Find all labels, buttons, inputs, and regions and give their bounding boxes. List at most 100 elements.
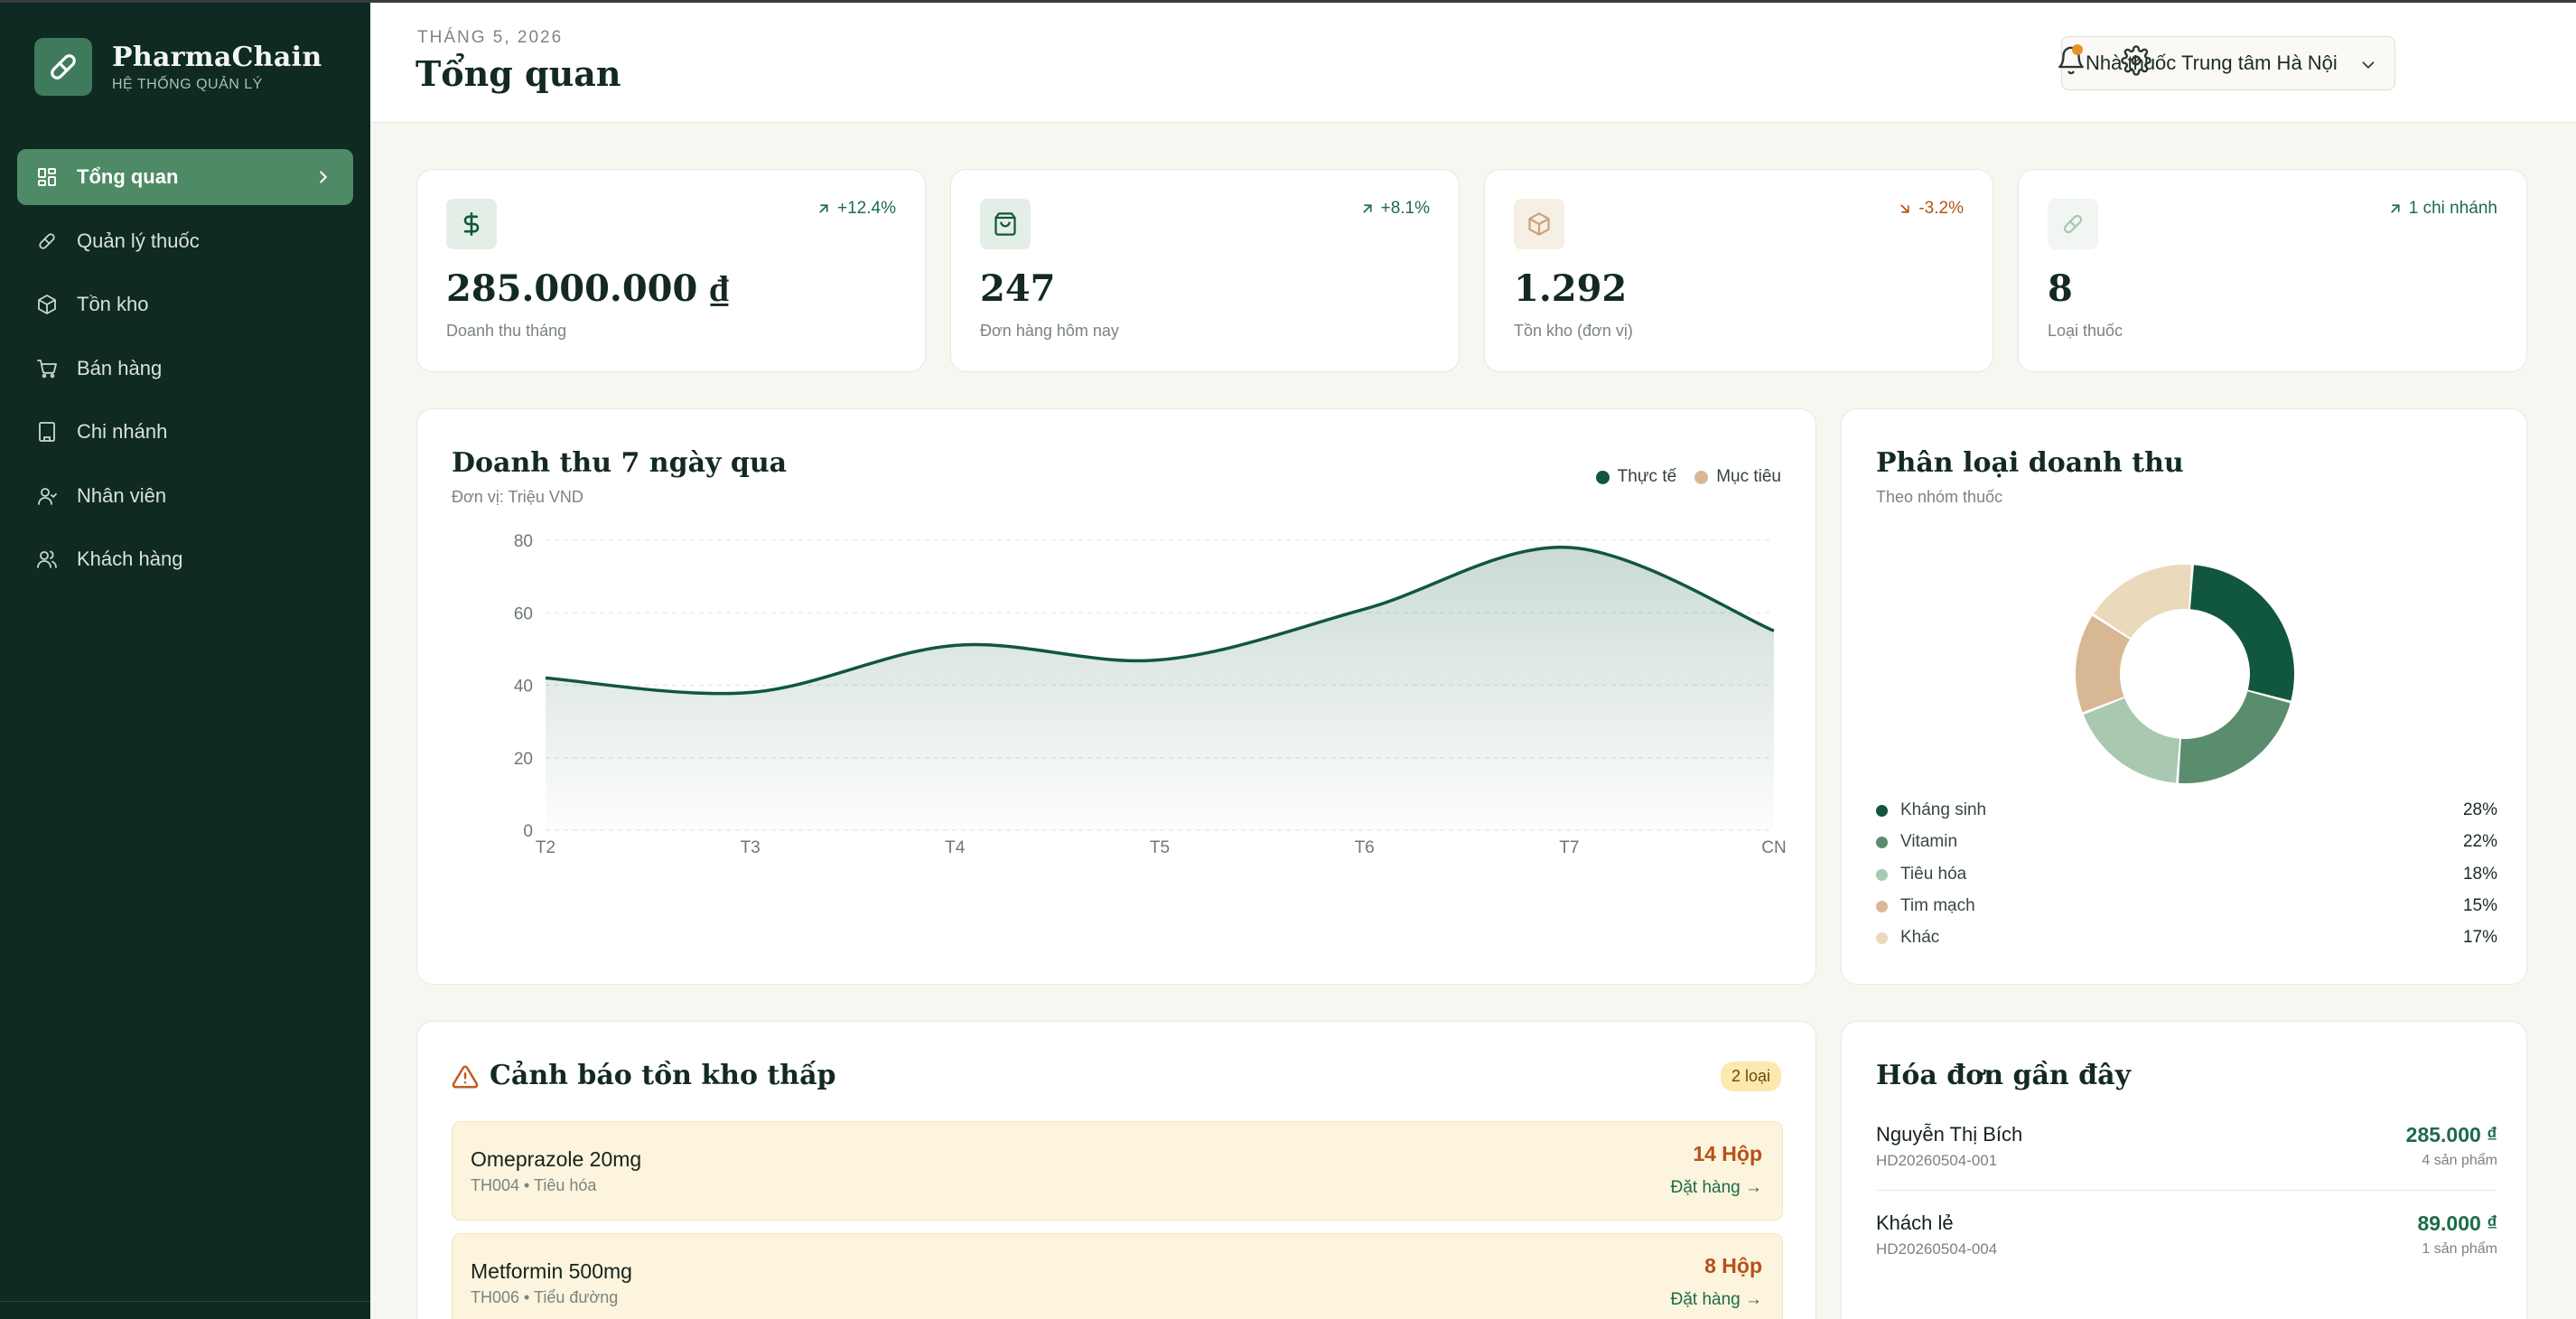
order-link[interactable]: Đặt hàng → [1671, 1290, 1762, 1310]
stat-change: -3.2% [1897, 199, 1964, 219]
gear-icon[interactable] [2121, 45, 2151, 76]
x-tick-label: T7 [1559, 838, 1579, 857]
sidebar-item-chi-nhanh[interactable]: Chi nhánh [17, 404, 353, 460]
donut-slice [2083, 697, 2180, 783]
low-stock-card: Cảnh báo tồn kho thấp 2 loại Omeprazole … [416, 1021, 1816, 1319]
low-stock-title: Cảnh báo tồn kho thấp [490, 1060, 836, 1091]
box-icon [35, 293, 59, 316]
legend-percent: 28% [2462, 800, 2497, 819]
legend-percent: 18% [2462, 865, 2497, 884]
branch-select[interactable]: Nhà thuốc Trung tâm Hà Nội [2061, 36, 2395, 90]
sidebar-item-label: Chi nhánh [77, 420, 168, 443]
revenue-chart-card: Doanh thu 7 ngày qua Đơn vị: Triệu VND T… [416, 408, 1816, 985]
top-header: THÁNG 5, 2026 Tổng quan Nhà thuốc Trung … [370, 3, 2576, 123]
legend-label: Kháng sinh [1900, 800, 1987, 819]
y-tick-label: 80 [514, 532, 533, 551]
sidebar-item-label: Bán hàng [77, 356, 163, 379]
list-item[interactable]: Omeprazole 20mg TH004 • Tiêu hóa 14 Hộp … [452, 1121, 1783, 1221]
invoice-row[interactable]: Khách lẻ HD20260504-004 89.000 ₫ 1 sản p… [1876, 1211, 2497, 1266]
legend-label: Vitamin [1900, 832, 1958, 851]
grid-icon [35, 165, 59, 189]
invoice-code: HD20260504-004 [1876, 1240, 1998, 1258]
stat-change: 1 chi nhánh [2387, 199, 2497, 219]
pill-logo-icon [34, 38, 92, 96]
notification-dot [2072, 44, 2083, 55]
legend-dot [1876, 804, 1888, 817]
low-stock-count-badge: 2 loại [1720, 1062, 1781, 1091]
y-tick-label: 20 [514, 750, 533, 769]
category-chart-card: Phân loại doanh thu Theo nhóm thuốc Khán… [1841, 408, 2527, 985]
box-icon [1514, 199, 1564, 249]
list-item[interactable]: Metformin 500mg TH006 • Tiểu đường 8 Hộp… [452, 1233, 1783, 1319]
y-tick-label: 60 [514, 604, 533, 623]
revenue-area [546, 547, 1774, 830]
x-tick-label: CN [1761, 838, 1786, 857]
brand: PharmaChain HỆ THỐNG QUẢN LÝ [34, 38, 322, 96]
invoice-customer: Nguyễn Thị Bích [1876, 1123, 2023, 1146]
stock-item-qty: 8 Hộp [1704, 1254, 1762, 1277]
invoice-row[interactable]: Nguyễn Thị Bích HD20260504-001 285.000 ₫… [1876, 1123, 2497, 1177]
legend-percent: 17% [2462, 928, 2497, 947]
stock-item-name: Omeprazole 20mg [471, 1147, 642, 1171]
x-tick-label: T3 [741, 838, 761, 857]
pill-icon [35, 229, 59, 253]
stat-card-orders: +8.1% 247 Đơn hàng hôm nay [950, 169, 1460, 372]
stat-change: +12.4% [816, 199, 896, 219]
warning-icon [452, 1063, 479, 1095]
stat-change-value: +8.1% [1380, 199, 1430, 218]
dollar-icon [446, 199, 497, 249]
y-tick-label: 0 [523, 822, 533, 841]
legend-percent: 15% [2462, 896, 2497, 915]
stat-change: +8.1% [1359, 199, 1430, 219]
sidebar-item-quan-ly-thuoc[interactable]: Quản lý thuốc [17, 213, 353, 269]
window-top-border [0, 0, 2576, 3]
stat-value: 285.000.000 ₫ [446, 267, 729, 310]
stat-card-medicine-types: 1 chi nhánh 8 Loại thuốc [2018, 169, 2527, 372]
chevron-right-icon [313, 167, 333, 192]
arrow-down-right-icon [1900, 204, 1909, 213]
legend-row-vitamin: Vitamin 22% [1876, 831, 2497, 853]
header-date: THÁNG 5, 2026 [417, 28, 564, 47]
invoice-item-count: 1 sản phẩm [2422, 1241, 2497, 1257]
invoice-amount: 285.000 ₫ [2405, 1123, 2497, 1146]
page-title: Tổng quan [415, 53, 621, 94]
chevron-down-icon [2358, 55, 2378, 80]
stat-change-value: 1 chi nhánh [2408, 199, 2497, 218]
sidebar-footer [0, 1301, 370, 1319]
arrow-up-right-icon [819, 204, 828, 213]
arrow-up-right-icon [2391, 204, 2400, 213]
sidebar-nav: Tổng quan Quản lý thuốc Tồn kho Bán hàng [17, 149, 353, 595]
order-link[interactable]: Đặt hàng → [1671, 1178, 1762, 1198]
sidebar-item-nhan-vien[interactable]: Nhân viên [17, 468, 353, 524]
app-subtitle: HỆ THỐNG QUẢN LÝ [112, 76, 263, 92]
sidebar-item-ton-kho[interactable]: Tồn kho [17, 276, 353, 332]
legend-percent: 22% [2462, 832, 2497, 851]
legend-dot [1876, 900, 1888, 912]
legend-row-khac: Khác 17% [1876, 927, 2497, 949]
stock-item-qty: 14 Hộp [1693, 1142, 1762, 1165]
sidebar-item-ban-hang[interactable]: Bán hàng [17, 341, 353, 397]
recent-invoices-card: Hóa đơn gần đây Nguyễn Thị Bích HD202605… [1841, 1021, 2527, 1319]
stat-label: Doanh thu tháng [446, 322, 567, 340]
pill-icon [2048, 199, 2098, 249]
sidebar-item-khach-hang[interactable]: Khách hàng [17, 531, 353, 587]
revenue-chart: 0 20 40 60 80 T2 T3 T4 T5 T6 T7 CN [514, 532, 1787, 857]
bag-icon [980, 199, 1031, 249]
invoice-customer: Khách lẻ [1876, 1211, 1954, 1234]
invoice-amount: 89.000 ₫ [2417, 1211, 2497, 1235]
user-icon [35, 484, 59, 508]
sidebar-item-tong-quan[interactable]: Tổng quan [17, 149, 353, 205]
stock-item-name: Metformin 500mg [471, 1259, 632, 1283]
legend-row-khang-sinh: Kháng sinh 28% [1876, 800, 2497, 821]
stat-change-value: -3.2% [1918, 199, 1964, 218]
sidebar-item-label: Tồn kho [77, 293, 149, 315]
stat-label: Loại thuốc [2048, 322, 2123, 340]
legend-label: Tiêu hóa [1900, 865, 1967, 884]
arrow-up-right-icon [1363, 204, 1372, 213]
stat-value: 1.292 [1514, 267, 1628, 310]
x-tick-label: T5 [1150, 838, 1170, 857]
stock-item-code: TH006 • Tiểu đường [471, 1288, 619, 1306]
legend-row-tim-mach: Tim mạch 15% [1876, 895, 2497, 917]
recent-invoices-title: Hóa đơn gần đây [1876, 1060, 2131, 1091]
stat-card-revenue: +12.4% 285.000.000 ₫ Doanh thu tháng [416, 169, 926, 372]
